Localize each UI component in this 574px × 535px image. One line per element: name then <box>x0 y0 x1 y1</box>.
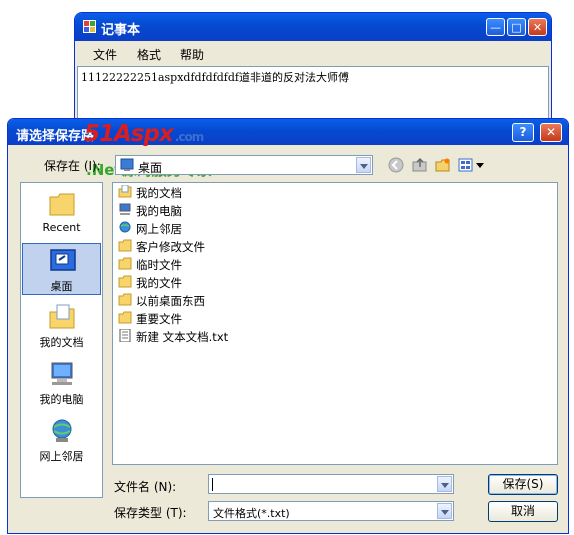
folder-icon <box>118 275 132 288</box>
list-item-label: 我的文件 <box>136 276 182 290</box>
filename-input[interactable] <box>208 474 454 494</box>
new-folder-icon[interactable] <box>435 157 451 173</box>
watermark-brand: 51Aspx <box>84 121 174 147</box>
folder-icon <box>118 257 132 270</box>
back-arrow-icon[interactable] <box>388 157 404 173</box>
list-item[interactable]: 以前桌面东西 <box>118 292 318 308</box>
folder-icon <box>118 293 132 306</box>
notepad-title-bar[interactable]: 记事本 — □ ✕ <box>75 13 551 41</box>
list-item-label: 网上邻居 <box>136 222 182 236</box>
place-network[interactable]: 网上邻居 <box>22 414 101 466</box>
list-item[interactable]: 重要文件 <box>118 310 318 326</box>
save-button[interactable]: 保存(S) <box>488 474 558 495</box>
list-item[interactable]: 我的文档 <box>118 184 318 200</box>
place-label: 桌面 <box>50 280 73 293</box>
list-item[interactable]: 网上邻居 <box>118 220 318 236</box>
place-recent[interactable]: Recent <box>22 187 101 239</box>
network-places-icon <box>119 221 131 233</box>
recent-folder-icon <box>49 193 75 216</box>
up-folder-icon[interactable] <box>412 157 428 173</box>
place-my-computer[interactable]: 我的电脑 <box>22 357 101 409</box>
cancel-button[interactable]: 取消 <box>488 501 558 522</box>
view-menu-icon[interactable] <box>458 157 486 173</box>
place-my-documents[interactable]: 我的文档 <box>22 300 101 352</box>
save-dialog: 请选择保存路 ? ✕ 51Aspx.com .Net源码服务专家 保存在 (I)… <box>7 118 569 534</box>
list-item-label: 以前桌面东西 <box>136 294 205 308</box>
menu-file[interactable]: 文件 <box>93 46 117 63</box>
chevron-down-icon[interactable] <box>356 157 371 173</box>
save-in-label: 保存在 (I): <box>44 159 101 173</box>
my-computer-icon <box>51 362 73 385</box>
menu-format[interactable]: 格式 <box>137 46 161 63</box>
save-in-value: 桌面 <box>138 161 163 175</box>
list-item-label: 新建 文本文档.txt <box>136 330 229 344</box>
filetype-label: 保存类型 (T): <box>114 506 187 520</box>
list-item-label: 重要文件 <box>136 312 182 326</box>
filetype-value: 文件格式(*.txt) <box>213 507 290 520</box>
place-label: 网上邻居 <box>39 450 84 463</box>
notepad-app-icon <box>83 20 96 33</box>
menu-help[interactable]: 帮助 <box>180 46 204 63</box>
folder-icon <box>118 311 132 324</box>
list-item[interactable]: 临时文件 <box>118 256 318 272</box>
maximize-button[interactable]: □ <box>507 18 526 36</box>
list-item-label: 我的文档 <box>136 186 182 200</box>
help-button[interactable]: ? <box>512 123 534 142</box>
chevron-down-icon[interactable] <box>437 476 452 492</box>
list-item[interactable]: 我的文件 <box>118 274 318 290</box>
watermark-domain: .com <box>174 130 204 144</box>
save-in-dropdown[interactable]: 桌面 <box>115 155 373 175</box>
list-item[interactable]: 我的电脑 <box>118 202 318 218</box>
network-places-icon <box>52 419 72 442</box>
my-documents-icon <box>118 185 132 198</box>
place-label: 我的文档 <box>39 336 84 349</box>
places-bar: Recent 桌面 我的文档 我的电脑 网上邻居 <box>20 182 103 498</box>
filetype-dropdown[interactable]: 文件格式(*.txt) <box>208 501 454 521</box>
notepad-title: 记事本 <box>101 23 141 38</box>
list-item-label: 临时文件 <box>136 258 182 272</box>
place-label: Recent <box>42 221 81 234</box>
notepad-window: 记事本 — □ ✕ 文件 格式 帮助 11122222251aspxdfdfdf… <box>74 12 552 132</box>
filename-label: 文件名 (N): <box>114 480 177 494</box>
list-item-label: 我的电脑 <box>136 204 182 218</box>
folder-icon <box>118 239 132 252</box>
list-item-label: 客户修改文件 <box>136 240 205 254</box>
minimize-button[interactable]: — <box>486 18 505 36</box>
text-cursor <box>212 478 213 491</box>
list-item[interactable]: 客户修改文件 <box>118 238 318 254</box>
desktop-icon <box>120 158 134 171</box>
place-label: 我的电脑 <box>39 393 84 406</box>
watermark-logo: 51Aspx .com <box>84 121 204 147</box>
desktop-icon <box>50 249 76 271</box>
list-item[interactable]: 新建 文本文档.txt <box>118 328 318 344</box>
notepad-content: 11122222251aspxdfdfdfdfdf道非道的反对法大师傅 <box>81 71 349 84</box>
notepad-close-button[interactable]: ✕ <box>528 18 547 36</box>
my-documents-icon <box>49 304 75 329</box>
file-list[interactable]: 我的文档 我的电脑 网上邻居 客户修改文件 临时文件 我的文件 以前桌面东西 重… <box>112 182 558 465</box>
dialog-close-button[interactable]: ✕ <box>540 123 562 142</box>
notepad-menu-bar: 文件 格式 帮助 <box>75 41 551 63</box>
place-desktop[interactable]: 桌面 <box>22 243 101 295</box>
chevron-down-icon[interactable] <box>437 503 452 519</box>
my-computer-icon <box>119 203 131 215</box>
dialog-title: 请选择保存路 <box>16 129 95 144</box>
text-file-icon <box>119 329 131 342</box>
